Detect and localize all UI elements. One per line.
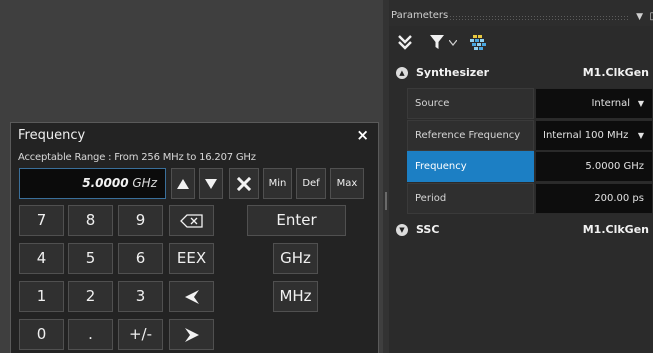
key-0[interactable]: 0 [19, 319, 64, 350]
arrow-right-icon [184, 327, 199, 342]
param-row-period[interactable]: Period 200.00 ps [407, 183, 653, 214]
filter-icon[interactable] [429, 34, 445, 50]
max-button[interactable]: Max [330, 168, 364, 199]
decimal-point-key[interactable]: . [68, 319, 113, 350]
key-6[interactable]: 6 [118, 243, 163, 274]
increment-button[interactable] [171, 168, 195, 199]
param-label: Frequency [407, 151, 534, 182]
plus-minus-key[interactable]: +/- [118, 319, 163, 350]
frequency-entry-field[interactable]: 5.0000 GHz [19, 168, 166, 199]
min-button[interactable]: Min [263, 168, 292, 199]
arrow-left-icon [184, 289, 199, 304]
source-dropdown[interactable]: Internal ▼ [535, 88, 653, 119]
decrement-button[interactable] [199, 168, 223, 199]
panel-menu-icon[interactable]: ▼ [636, 12, 643, 22]
panel-pin-icon[interactable]: ▯ [649, 11, 653, 22]
key-5[interactable]: 5 [68, 243, 113, 274]
triangle-down-icon [205, 178, 217, 189]
header-drag-area[interactable] [449, 15, 629, 20]
key-8[interactable]: 8 [68, 205, 113, 236]
mhz-unit-button[interactable]: MHz [273, 281, 318, 312]
parameters-panel: Parameters ▼ ▯ ▲ Synthesizer M1.ClkGen S… [389, 0, 653, 353]
triangle-up-icon [177, 178, 189, 189]
dialog-title: Frequency [18, 128, 86, 143]
chevron-down-icon[interactable]: ▼ [396, 224, 408, 236]
param-value: Internal 100 MHz [543, 130, 629, 141]
filter-dropdown-icon[interactable] [449, 40, 457, 46]
enter-button[interactable]: Enter [247, 205, 346, 236]
entry-unit: GHz [132, 176, 157, 190]
clear-button[interactable] [229, 168, 259, 199]
frequency-keypad-dialog: Frequency × Acceptable Range : From 256 … [10, 122, 379, 353]
chevron-down-icon[interactable]: ▼ [634, 121, 644, 150]
section-synthesizer[interactable]: ▲ Synthesizer M1.ClkGen [389, 59, 653, 86]
key-7[interactable]: 7 [19, 205, 64, 236]
eex-button[interactable]: EEX [169, 243, 214, 274]
acceptable-range-text: Acceptable Range : From 256 MHz to 16.20… [18, 152, 256, 163]
panel-title: Parameters [391, 10, 449, 21]
param-label: Period [407, 183, 534, 214]
close-icon[interactable]: × [356, 126, 369, 144]
backspace-icon [179, 213, 203, 228]
chevron-down-icon[interactable]: ▼ [638, 89, 644, 118]
x-clear-icon [237, 176, 251, 191]
key-2[interactable]: 2 [68, 281, 113, 312]
cursor-left-button[interactable] [169, 281, 214, 312]
entry-value: 5.0000 [82, 176, 129, 190]
key-1[interactable]: 1 [19, 281, 64, 312]
cursor-right-button[interactable] [169, 319, 214, 350]
param-value: Internal [591, 98, 630, 109]
period-value-field[interactable]: 200.00 ps [535, 183, 653, 214]
ghz-unit-button[interactable]: GHz [273, 243, 318, 274]
reference-frequency-dropdown[interactable]: Internal 100 MHz ▼ [535, 120, 653, 151]
key-4[interactable]: 4 [19, 243, 64, 274]
parameters-header: Parameters ▼ ▯ [389, 0, 653, 26]
param-row-reference-frequency[interactable]: Reference Frequency Internal 100 MHz ▼ [407, 120, 653, 151]
grid-icon[interactable] [469, 33, 487, 51]
chevron-up-icon[interactable]: ▲ [396, 67, 408, 79]
param-label: Source [407, 88, 534, 119]
param-value: 200.00 ps [594, 193, 644, 204]
collapse-all-icon[interactable] [397, 34, 413, 50]
section-ref: M1.ClkGen [582, 66, 649, 79]
def-button[interactable]: Def [296, 168, 326, 199]
param-row-source[interactable]: Source Internal ▼ [407, 88, 653, 119]
key-3[interactable]: 3 [118, 281, 163, 312]
section-ref: M1.ClkGen [582, 223, 649, 236]
backspace-button[interactable] [169, 205, 214, 236]
parameters-toolbar [389, 27, 653, 57]
section-name: SSC [416, 223, 440, 236]
splitter-grip[interactable] [385, 192, 387, 210]
param-value: 5.0000 GHz [585, 161, 644, 172]
section-name: Synthesizer [416, 66, 490, 79]
key-9[interactable]: 9 [118, 205, 163, 236]
param-row-frequency[interactable]: Frequency 5.0000 GHz [407, 151, 653, 182]
frequency-value-field[interactable]: 5.0000 GHz [535, 151, 653, 182]
param-label: Reference Frequency [407, 120, 534, 151]
section-ssc[interactable]: ▼ SSC M1.ClkGen [389, 216, 653, 243]
